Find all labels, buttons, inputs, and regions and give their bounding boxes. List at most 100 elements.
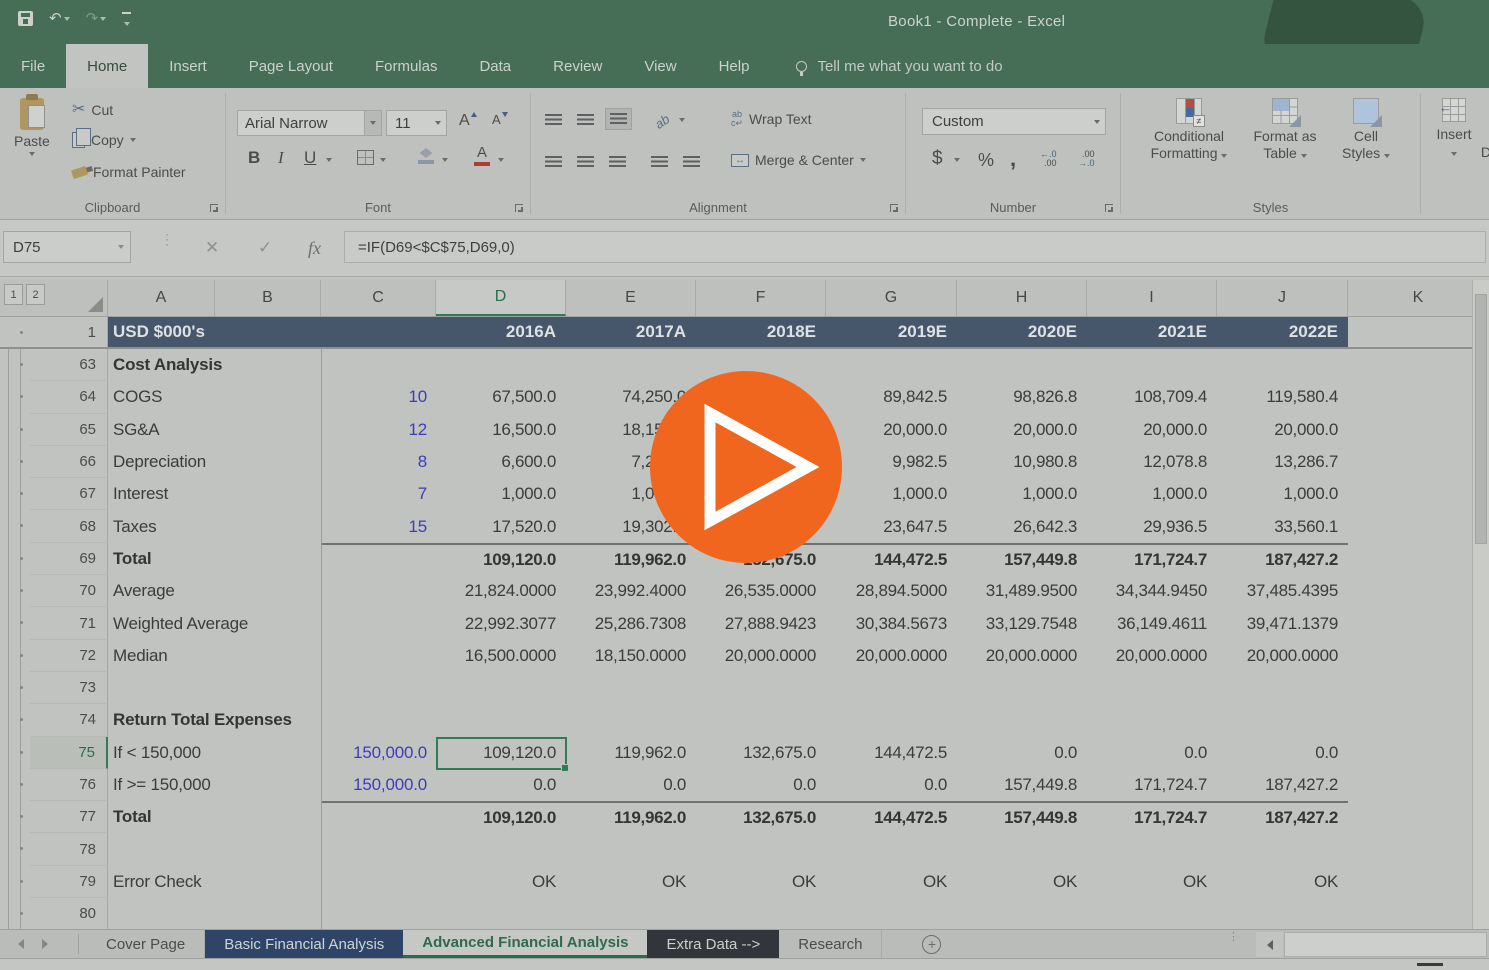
cell-H78[interactable] bbox=[957, 833, 1087, 865]
cell-K69[interactable] bbox=[1348, 543, 1489, 575]
outline-toggle-row-72[interactable] bbox=[0, 640, 30, 672]
cell-C75[interactable]: 150,000.0 bbox=[321, 737, 436, 769]
redo-button[interactable]: ↷ bbox=[86, 11, 107, 26]
cell-H71[interactable]: 33,129.7548 bbox=[957, 607, 1087, 639]
formula-input[interactable]: =IF(D69<$C$75,D69,0) bbox=[344, 231, 1486, 263]
insert-cells-button[interactable]: ← Insert bbox=[1429, 98, 1479, 160]
cell-C78[interactable] bbox=[321, 833, 436, 865]
insert-function-icon[interactable]: fx bbox=[308, 238, 321, 259]
cell-G66[interactable]: 9,982.5 bbox=[826, 446, 957, 478]
cell-K66[interactable] bbox=[1348, 446, 1489, 478]
undo-button[interactable]: ↶ bbox=[49, 11, 70, 26]
cell-F75[interactable]: 132,675.0 bbox=[696, 737, 826, 769]
cell-C67[interactable]: 7 bbox=[321, 478, 436, 510]
formula-bar-splitter[interactable]: ⋮ bbox=[160, 236, 174, 243]
tab-page-layout[interactable]: Page Layout bbox=[228, 44, 354, 88]
outline-toggle-row-65[interactable] bbox=[0, 414, 30, 446]
cell-E74[interactable] bbox=[566, 704, 696, 736]
cell-K65[interactable] bbox=[1348, 414, 1489, 446]
cell-H68[interactable]: 26,642.3 bbox=[957, 510, 1087, 542]
cell-D67[interactable]: 1,000.0 bbox=[436, 478, 566, 510]
cell-E72[interactable]: 18,150.0000 bbox=[566, 640, 696, 672]
cell-A77[interactable]: Total bbox=[108, 801, 321, 833]
cell-G77[interactable]: 144,472.5 bbox=[826, 801, 957, 833]
cell-J77[interactable]: 187,427.2 bbox=[1217, 801, 1348, 833]
cell-D70[interactable]: 21,824.0000 bbox=[436, 575, 566, 607]
outline-toggle-row-71[interactable] bbox=[0, 607, 30, 639]
row-header-73[interactable]: 73 bbox=[30, 672, 108, 704]
cell-A73[interactable] bbox=[108, 672, 321, 704]
fill-color-dropdown-icon[interactable] bbox=[442, 158, 448, 162]
cell-D77[interactable]: 109,120.0 bbox=[436, 801, 566, 833]
cell-I69[interactable]: 171,724.7 bbox=[1087, 543, 1217, 575]
cell-styles-button[interactable]: CellStyles bbox=[1329, 98, 1403, 162]
cell-E75[interactable]: 119,962.0 bbox=[566, 737, 696, 769]
cell-D66[interactable]: 6,600.0 bbox=[436, 446, 566, 478]
prev-sheet-icon[interactable] bbox=[18, 939, 24, 949]
cell-J69[interactable]: 187,427.2 bbox=[1217, 543, 1348, 575]
cell-H65[interactable]: 20,000.0 bbox=[957, 414, 1087, 446]
cell-K67[interactable] bbox=[1348, 478, 1489, 510]
cell-F72[interactable]: 20,000.0000 bbox=[696, 640, 826, 672]
cell-C65[interactable]: 12 bbox=[321, 414, 436, 446]
cell-I67[interactable]: 1,000.0 bbox=[1087, 478, 1217, 510]
cell-H64[interactable]: 98,826.8 bbox=[957, 381, 1087, 413]
row-header-67[interactable]: 67 bbox=[30, 478, 108, 510]
outline-toggle-row-67[interactable] bbox=[0, 478, 30, 510]
customize-qat-icon[interactable] bbox=[122, 12, 131, 26]
cell-K71[interactable] bbox=[1348, 607, 1489, 639]
cell-G72[interactable]: 20,000.0000 bbox=[826, 640, 957, 672]
decrease-indent-icon[interactable] bbox=[651, 156, 668, 168]
cell-A63[interactable]: Cost Analysis bbox=[108, 349, 321, 381]
cell-J74[interactable] bbox=[1217, 704, 1348, 736]
cell-J80[interactable] bbox=[1217, 898, 1348, 930]
new-sheet-button[interactable]: + bbox=[922, 935, 941, 954]
year-header-2016A[interactable]: 2016A bbox=[436, 317, 566, 347]
column-header-H[interactable]: H bbox=[957, 280, 1087, 316]
cell-D78[interactable] bbox=[436, 833, 566, 865]
cell-A72[interactable]: Median bbox=[108, 640, 321, 672]
outline-toggle-row-74[interactable] bbox=[0, 704, 30, 736]
cell-K76[interactable] bbox=[1348, 769, 1489, 801]
row-header-78[interactable]: 78 bbox=[30, 833, 108, 865]
tab-review[interactable]: Review bbox=[532, 44, 623, 88]
tab-help[interactable]: Help bbox=[698, 44, 771, 88]
cell-E80[interactable] bbox=[566, 898, 696, 930]
middle-align-icon[interactable] bbox=[577, 114, 594, 126]
cell-I74[interactable] bbox=[1087, 704, 1217, 736]
cell-G65[interactable]: 20,000.0 bbox=[826, 414, 957, 446]
column-header-I[interactable]: I bbox=[1087, 280, 1217, 316]
cell-A69[interactable]: Total bbox=[108, 543, 321, 575]
cell-A78[interactable] bbox=[108, 833, 321, 865]
cell-D63[interactable] bbox=[436, 349, 566, 381]
scroll-left-button[interactable] bbox=[1256, 932, 1283, 957]
paste-dropdown-icon[interactable] bbox=[29, 152, 35, 156]
column-header-E[interactable]: E bbox=[566, 280, 696, 316]
cell-J79[interactable]: OK bbox=[1217, 866, 1348, 898]
alignment-dialog-launcher-icon[interactable] bbox=[890, 204, 898, 212]
year-header-2018E[interactable]: 2018E bbox=[696, 317, 826, 347]
cut-button[interactable]: ✂ Cut bbox=[72, 102, 113, 118]
cell-A65[interactable]: SG&A bbox=[108, 414, 321, 446]
accounting-format-icon[interactable]: $ bbox=[932, 148, 943, 170]
increase-indent-icon[interactable] bbox=[683, 156, 700, 168]
cell-K78[interactable] bbox=[1348, 833, 1489, 865]
outline-toggle-row-79[interactable] bbox=[0, 866, 30, 898]
font-color-icon[interactable]: A bbox=[474, 144, 490, 166]
number-dialog-launcher-icon[interactable] bbox=[1105, 204, 1113, 212]
cell-J64[interactable]: 119,580.4 bbox=[1217, 381, 1348, 413]
cell-I75[interactable]: 0.0 bbox=[1087, 737, 1217, 769]
cell-H74[interactable] bbox=[957, 704, 1087, 736]
year-header-2019E[interactable]: 2019E bbox=[826, 317, 957, 347]
cell-E78[interactable] bbox=[566, 833, 696, 865]
outline-toggle-row-70[interactable] bbox=[0, 575, 30, 607]
cell-D74[interactable] bbox=[436, 704, 566, 736]
year-header-2021E[interactable]: 2021E bbox=[1087, 317, 1217, 347]
next-sheet-icon[interactable] bbox=[42, 939, 48, 949]
cell-H77[interactable]: 157,449.8 bbox=[957, 801, 1087, 833]
cell-D64[interactable]: 67,500.0 bbox=[436, 381, 566, 413]
cell-I73[interactable] bbox=[1087, 672, 1217, 704]
cell-I72[interactable]: 20,000.0000 bbox=[1087, 640, 1217, 672]
cell-K64[interactable] bbox=[1348, 381, 1489, 413]
row-header-79[interactable]: 79 bbox=[30, 866, 108, 898]
